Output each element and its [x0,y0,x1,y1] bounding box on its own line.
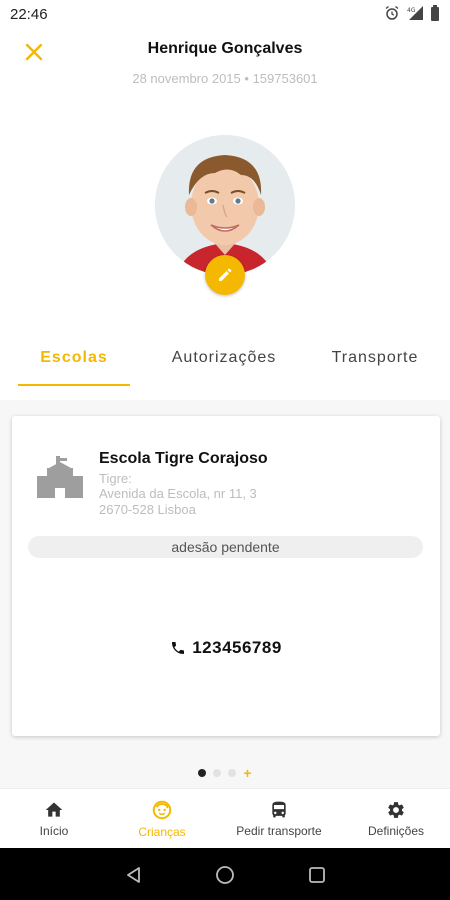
alarm-icon [385,5,399,20]
school-street: Avenida da Escola, nr 11, 3 [99,486,257,501]
edit-photo-button[interactable] [205,255,245,295]
tab-autorizacoes[interactable]: Autorizações [148,330,300,386]
meta-separator: • [240,71,253,86]
svg-text:4G: 4G [407,7,416,14]
nav-definicoes[interactable]: Definições [342,789,450,849]
header: Henrique Gonçalves 28 novembro 2015 • 15… [0,28,450,100]
child-id: 159753601 [252,71,318,86]
bottom-nav: Início Crianças Pedir transporte Definiç… [0,788,450,848]
avatar [155,135,295,275]
system-nav-bar [0,848,450,900]
pager-dot-3[interactable] [228,769,237,777]
gear-icon [388,802,404,818]
child-face-icon [152,800,172,820]
nav-criancas[interactable]: Crianças [108,789,216,849]
add-school-button[interactable]: + [243,766,251,780]
avatar-wrap [155,135,295,295]
school-name: Escola Tigre Corajoso [99,450,268,467]
status-bar: 22:46 4G [0,0,450,28]
birth-date: 28 novembro 2015 [132,71,241,86]
status-badge: adesão pendente [28,536,423,558]
tab-escolas[interactable]: Escolas [0,330,148,386]
home-icon [45,802,63,817]
pager-dot-1[interactable] [198,769,207,777]
home-circle-icon [216,866,234,884]
nav-label-criancas: Crianças [138,825,186,839]
nav-label-definicoes: Definições [367,824,425,838]
status-icons: 4G [384,5,440,21]
school-city: Tigre: [99,471,132,486]
system-back-button[interactable] [123,864,145,886]
pager-dot-2[interactable] [213,769,222,777]
bus-icon [272,801,286,818]
phone-link[interactable]: 123456789 [12,638,440,658]
tabs: Escolas Autorizações Transporte [0,330,450,386]
signal-4g-icon: 4G [407,6,423,20]
nav-pedir-transporte[interactable]: Pedir transporte [216,789,342,849]
nav-label-inicio: Início [39,824,69,838]
child-meta: 28 novembro 2015 • 159753601 [0,71,450,86]
system-home-button[interactable] [214,864,236,886]
system-recents-button[interactable] [306,864,328,886]
school-card[interactable]: Escola Tigre Corajoso Tigre: Avenida da … [12,416,440,736]
avatar-photo [155,135,295,275]
recents-icon [309,867,325,883]
phone-number: 123456789 [192,638,282,657]
school-postal: 2670-528 Lisboa [99,502,196,517]
tab-transporte[interactable]: Transporte [300,330,450,386]
phone-icon [172,642,185,654]
status-time: 22:46 [10,6,48,23]
battery-icon [431,5,439,21]
nav-inicio[interactable]: Início [0,789,108,849]
back-icon [127,867,140,883]
pencil-icon [219,268,232,281]
child-name: Henrique Gonçalves [147,40,303,57]
school-building-icon [37,456,83,498]
pager-dots: + [0,766,450,780]
nav-label-pedir-transporte: Pedir transporte [236,824,322,838]
